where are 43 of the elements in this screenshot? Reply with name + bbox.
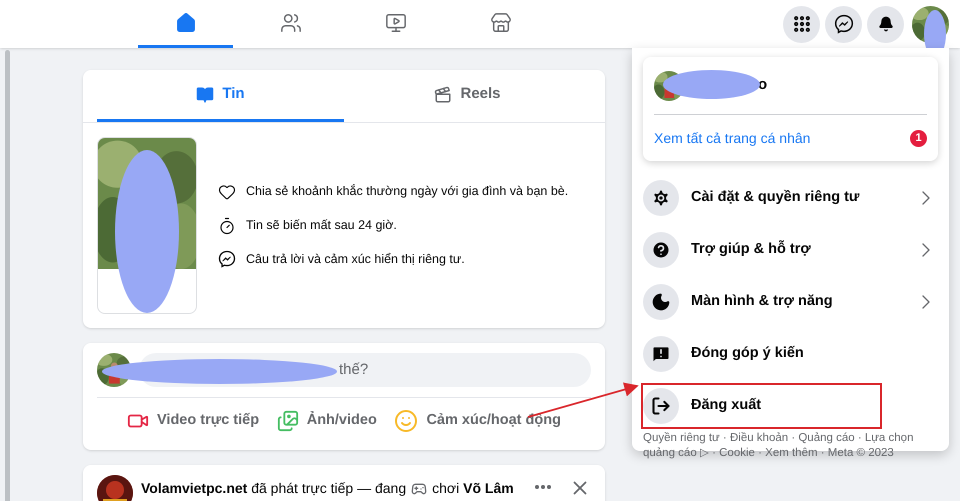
footer-links: Quyền riêng tư · Điều khoản · Quảng cáo · Lựa chọn quảng cáo ▷ · Cookie · Xem thêm · Meta © 2023 [643, 432, 914, 459]
bell-icon [878, 16, 894, 32]
store-icon [490, 12, 512, 34]
menu-item[interactable]: Đăng xuất [641, 383, 882, 429]
book-icon [196, 86, 214, 104]
see-all-profiles-link[interactable]: Xem tất cả trang cá nhân [654, 128, 810, 148]
messenger-icon [834, 14, 854, 34]
timer-icon [218, 216, 236, 234]
info-text: Tin sẽ biến mất sau 24 giờ. [246, 217, 397, 234]
gear-icon [651, 188, 671, 208]
gamepad-icon [411, 480, 428, 496]
moon-icon [651, 292, 671, 312]
composer-action[interactable]: Ảnh/video [268, 406, 385, 436]
smiley-icon [394, 409, 418, 433]
composer-field[interactable]: thế? [339, 358, 368, 382]
more-button[interactable] [533, 485, 553, 489]
menu-item[interactable]: Trợ giúp & hỗ trợ [641, 227, 914, 273]
photo-icon [276, 410, 299, 432]
notification-badge: 1 [910, 130, 927, 146]
help-icon [651, 240, 671, 260]
home-icon [174, 12, 196, 34]
video-screen-icon [384, 12, 406, 34]
people-icon [280, 12, 302, 34]
feedback-icon [651, 344, 671, 364]
stories-tab[interactable]: Reels [344, 70, 591, 122]
more-icon [535, 485, 551, 489]
composer-action[interactable]: Video trực tiếp [119, 406, 268, 436]
menu-icon [792, 14, 812, 34]
stories-tab[interactable]: Tin [97, 70, 344, 122]
info-text: Câu trả lời và cảm xúc hiển thị riêng tư. [246, 250, 465, 268]
clapperboard-icon [434, 86, 452, 104]
toolbar-button[interactable] [825, 6, 862, 42]
logout-icon [651, 396, 671, 416]
toolbar-button[interactable] [783, 6, 820, 42]
heart-card-icon [218, 182, 236, 201]
post-text: chơi Võ Lâm [432, 479, 514, 498]
toolbar-button[interactable] [867, 6, 904, 42]
info-text: Chia sẻ khoảnh khắc thường ngày với gia đình và bạn bè. [246, 183, 568, 200]
messenger-icon [218, 250, 236, 268]
post-text: Volamvietpc.net đã phát trực tiếp — đang [141, 479, 406, 498]
menu-item[interactable]: Đóng góp ý kiến [641, 331, 938, 377]
menu-item[interactable]: Màn hình & trợ năng [641, 279, 914, 325]
menu-item[interactable]: Cài đặt & quyền riêng tư [641, 175, 914, 221]
